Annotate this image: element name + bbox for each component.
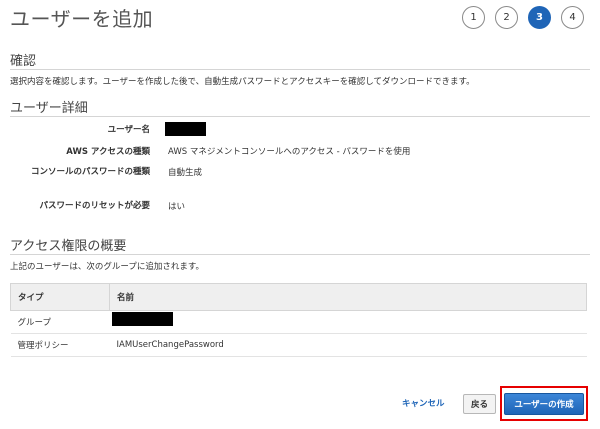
divider [10,69,590,70]
access-type-value: AWS マネジメントコンソールへのアクセス - パスワードを使用 [168,147,411,157]
row-name [109,310,587,334]
cancel-button[interactable]: キャンセル [402,397,445,409]
password-reset-value: はい [168,202,186,212]
permissions-description: 上記のユーザーは、次のグループに追加されます。 [10,262,204,272]
password-reset-label: パスワードのリセットが必要 [39,201,150,211]
step-1[interactable]: 1 [462,6,485,29]
username-label: ユーザー名 [107,125,150,135]
step-4: 4 [561,6,584,29]
table-header-row: タイプ 名前 [10,283,587,311]
permissions-heading: アクセス権限の概要 [10,239,127,254]
step-3-current: 3 [528,6,551,29]
redacted-username [165,122,206,136]
row-type: 管理ポリシー [10,333,110,357]
back-button[interactable]: 戻る [463,394,496,414]
page-title: ユーザーを追加 [10,7,154,31]
redacted-group-name [112,312,173,326]
create-user-button[interactable]: ユーザーの作成 [504,393,584,415]
divider [10,254,590,255]
row-type: グループ [10,310,110,334]
permissions-table: タイプ 名前 グループ 管理ポリシー IAMUserChangePassword [10,283,587,357]
review-heading: 確認 [10,54,37,69]
access-type-label: AWS アクセスの種類 [66,147,150,157]
table-row: 管理ポリシー IAMUserChangePassword [10,333,587,357]
step-2[interactable]: 2 [495,6,518,29]
divider [10,116,590,117]
password-type-value: 自動生成 [168,168,203,178]
user-details-heading: ユーザー詳細 [10,101,88,116]
review-description: 選択内容を確認します。ユーザーを作成した後で、自動生成パスワードとアクセスキーを… [10,77,475,87]
column-header-name: 名前 [109,283,587,311]
table-row: グループ [10,310,587,334]
column-header-type: タイプ [10,283,110,311]
step-indicator: 1 2 3 4 [462,6,584,29]
password-type-label: コンソールのパスワードの種類 [30,167,150,177]
policy-link[interactable]: IAMUserChangePassword [109,333,587,357]
